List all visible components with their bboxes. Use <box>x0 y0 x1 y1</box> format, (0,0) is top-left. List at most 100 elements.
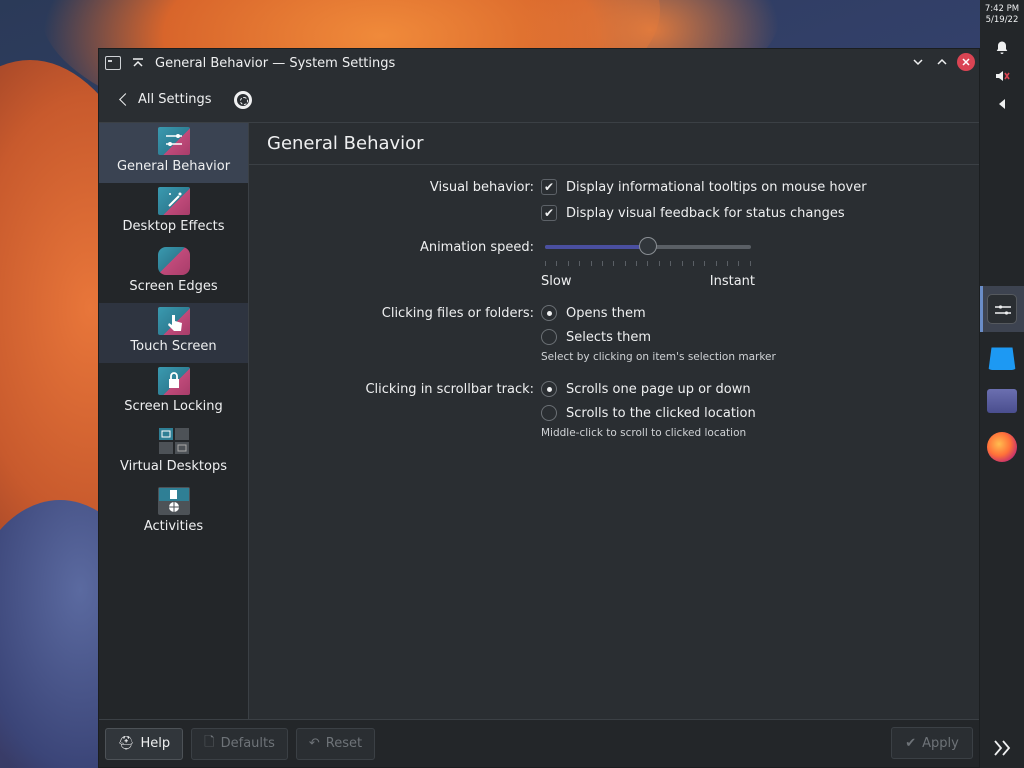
sidebar-item-virtual-desktops[interactable]: Virtual Desktops <box>99 423 248 483</box>
apply-button-label: Apply <box>922 735 959 751</box>
checkmark-icon: ✔ <box>905 735 917 751</box>
application-launcher-icon[interactable] <box>984 734 1020 762</box>
sidebar-item-label: Touch Screen <box>130 339 217 354</box>
window-titlebar[interactable]: General Behavior — System Settings <box>99 49 979 77</box>
sidebar-item-desktop-effects[interactable]: Desktop Effects <box>99 183 248 243</box>
all-settings-back-button[interactable]: All Settings <box>117 92 212 107</box>
status-feedback-checkbox[interactable]: ✔ Display visual feedback for status cha… <box>541 205 845 221</box>
sidebar-item-label: Activities <box>143 519 204 534</box>
sidebar-item-touch-screen[interactable]: Touch Screen <box>99 303 248 363</box>
checkmark-icon[interactable]: ✔ <box>541 205 557 221</box>
close-button[interactable] <box>957 53 975 71</box>
slider-tick <box>681 261 683 266</box>
notifications-bell-icon[interactable] <box>984 34 1020 62</box>
slider-tick <box>692 261 694 266</box>
system-settings-app-icon <box>987 294 1017 324</box>
activities-icon <box>157 487 190 515</box>
volume-muted-icon[interactable] <box>984 62 1020 90</box>
touch-hand-icon <box>157 307 190 335</box>
animation-speed-slider[interactable] <box>541 237 755 257</box>
radio-label: Selects them <box>566 329 652 345</box>
sidebar-item-label: Virtual Desktops <box>120 459 227 474</box>
lock-icon <box>157 367 190 395</box>
slider-tick <box>613 261 615 266</box>
selects-them-radio[interactable]: Selects them <box>541 329 651 345</box>
reset-button[interactable]: ↶ Reset <box>295 727 376 760</box>
radio-selected-icon[interactable] <box>541 381 557 397</box>
dialog-footer: ⛑ Help 🗋 Defaults ↶ Reset ✔ Apply <box>99 719 979 767</box>
module-sidebar: General Behavior Desktop Effects Screen … <box>99 123 249 719</box>
sidebar-item-activities[interactable]: Activities <box>99 483 248 543</box>
slider-ticks <box>541 261 755 267</box>
apply-button[interactable]: ✔ Apply <box>891 727 973 759</box>
magic-wand-icon <box>157 187 190 215</box>
slider-tick <box>590 261 592 266</box>
slider-min-label: Slow <box>541 273 572 289</box>
slider-tick <box>579 261 581 266</box>
radio-label: Opens them <box>566 305 646 321</box>
slider-tick <box>658 261 660 266</box>
animation-speed-label: Animation speed: <box>419 239 534 255</box>
tooltips-checkbox[interactable]: ✔ Display informational tooltips on mous… <box>541 179 867 195</box>
slider-tick <box>647 261 649 266</box>
help-button[interactable]: ⛑ Help <box>105 727 184 760</box>
clicking-files-label: Clicking files or folders: <box>381 305 534 321</box>
task-discover[interactable] <box>980 332 1024 378</box>
radio-unselected-icon[interactable] <box>541 405 557 421</box>
minimize-button[interactable] <box>909 53 927 71</box>
maximize-button[interactable] <box>933 53 951 71</box>
scroll-one-page-radio[interactable]: Scrolls one page up or down <box>541 381 751 397</box>
taskbar-panel: 7:42 PM 5/19/22 <box>980 0 1024 768</box>
radio-selected-icon[interactable] <box>541 305 557 321</box>
slider-tick <box>545 261 546 266</box>
scroll-to-location-radio[interactable]: Scrolls to the clicked location <box>541 405 756 421</box>
firefox-browser-icon <box>987 432 1017 462</box>
slider-tick <box>738 261 740 266</box>
chevron-left-icon <box>119 93 132 106</box>
sidebar-item-label: General Behavior <box>116 159 231 174</box>
window-menu-icon[interactable] <box>105 56 121 70</box>
undo-icon: ↶ <box>308 736 320 751</box>
lifebuoy-help-icon[interactable] <box>233 90 252 109</box>
sidebar-item-label: Desktop Effects <box>122 219 225 234</box>
slider-tick <box>704 261 706 266</box>
clock-time: 7:42 PM <box>984 4 1020 14</box>
clock-date: 5/19/22 <box>985 15 1019 25</box>
sidebar-item-screen-edges[interactable]: Screen Edges <box>99 243 248 303</box>
window-title: General Behavior — System Settings <box>155 55 396 71</box>
document-revert-icon: 🗋 <box>204 734 215 750</box>
reset-button-label: Reset <box>325 736 363 751</box>
tooltips-checkbox-label: Display informational tooltips on mouse … <box>566 179 867 195</box>
slider-tick <box>727 261 728 266</box>
task-system-settings[interactable] <box>980 286 1024 332</box>
visual-behavior-label: Visual behavior: <box>429 179 534 195</box>
back-label: All Settings <box>138 92 212 107</box>
defaults-button[interactable]: 🗋 Defaults <box>191 727 288 760</box>
close-icon <box>962 58 970 66</box>
slider-tick <box>636 261 637 266</box>
radio-unselected-icon[interactable] <box>541 329 557 345</box>
slider-tick <box>556 261 558 266</box>
lifebuoy-icon: ⛑ <box>118 736 135 751</box>
radio-label: Scrolls one page up or down <box>566 381 751 397</box>
opens-them-radio[interactable]: Opens them <box>541 305 646 321</box>
folder-file-manager-icon <box>987 389 1017 413</box>
keep-above-icon[interactable] <box>129 54 147 72</box>
radio-label: Scrolls to the clicked location <box>566 405 756 421</box>
slider-tick <box>715 261 717 266</box>
digital-clock[interactable]: 7:42 PM 5/19/22 <box>985 4 1019 26</box>
slider-handle[interactable] <box>639 237 657 255</box>
navigation-toolbar: All Settings <box>99 77 979 123</box>
virtual-desktops-grid-icon <box>158 427 190 455</box>
sidebar-item-label: Screen Locking <box>124 399 223 414</box>
sidebar-item-screen-locking[interactable]: Screen Locking <box>99 363 248 423</box>
task-firefox[interactable] <box>980 424 1024 470</box>
checkmark-icon[interactable]: ✔ <box>541 179 557 195</box>
slider-max-label: Instant <box>709 273 755 289</box>
task-dolphin[interactable] <box>980 378 1024 424</box>
help-button-label: Help <box>140 736 171 751</box>
sidebar-item-general-behavior[interactable]: General Behavior <box>99 123 248 183</box>
slider-tick <box>601 261 603 266</box>
sidebar-item-label: Screen Edges <box>129 279 218 294</box>
expand-tray-arrow-icon[interactable] <box>984 90 1020 118</box>
